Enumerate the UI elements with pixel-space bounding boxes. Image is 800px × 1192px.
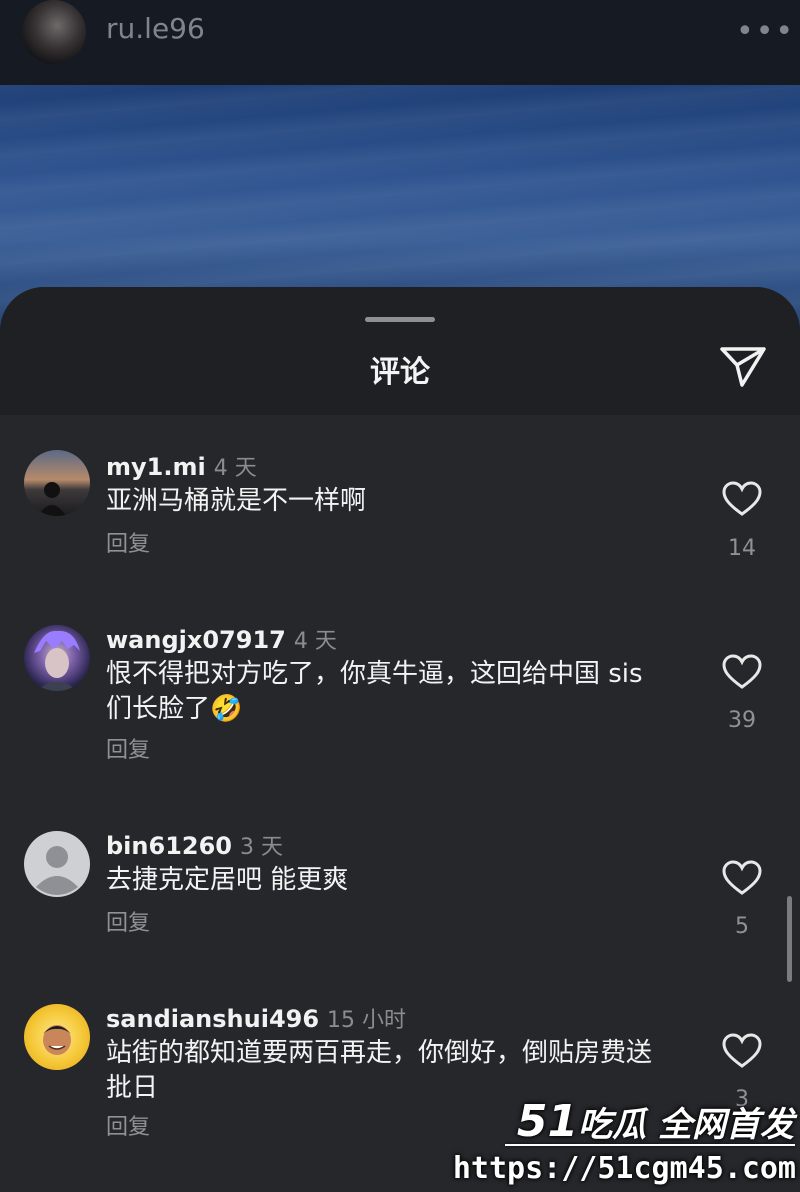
reply-button[interactable]: 回复: [106, 905, 150, 937]
comment-username[interactable]: bin61260: [106, 832, 232, 860]
drag-handle[interactable]: [365, 317, 435, 322]
scrollbar[interactable]: [787, 896, 792, 982]
comment-username[interactable]: wangjx07917: [106, 626, 286, 654]
comment-header: wangjx07917 4 天: [106, 623, 337, 655]
default-avatar-icon[interactable]: [24, 831, 90, 897]
reply-button[interactable]: 回复: [106, 526, 150, 558]
watermark: 51吃瓜 全网首发 https://51cgm45.com: [453, 1096, 800, 1192]
watermark-brand: 51吃瓜 全网首发: [517, 1096, 794, 1147]
comments-title: 评论: [370, 355, 430, 390]
like-count: 39: [728, 708, 756, 733]
like-heart-icon[interactable]: [722, 481, 762, 517]
comment-time: 4 天: [293, 629, 337, 654]
comment-avatar[interactable]: [24, 625, 90, 691]
like-heart-icon[interactable]: [722, 860, 762, 896]
comment-time: 3 天: [240, 835, 283, 860]
comment-text: 去捷克定居吧 能更爽: [106, 865, 349, 895]
comment-avatar[interactable]: [24, 1004, 90, 1070]
comments-sheet-header: 评论: [0, 287, 800, 415]
comments-sheet: 评论 my1.mi 4 天 亚洲马桶就是不一样啊 回复 14 wangjx079…: [0, 287, 800, 1192]
comment-avatar[interactable]: [24, 450, 90, 516]
comment-username[interactable]: my1.mi: [106, 453, 206, 481]
share-send-icon[interactable]: [718, 345, 768, 389]
comment-text: 亚洲马桶就是不一样啊: [106, 486, 367, 516]
profile-avatar[interactable]: [22, 0, 86, 64]
like-count: 5: [735, 914, 749, 939]
watermark-url: https://51cgm45.com: [452, 1151, 796, 1186]
profile-username[interactable]: ru.le96: [106, 12, 205, 45]
more-options-icon[interactable]: •••: [736, 14, 795, 49]
comment-header: my1.mi 4 天: [106, 450, 257, 482]
reply-button[interactable]: 回复: [106, 1109, 150, 1141]
watermark-brand-text: 吃瓜 全网首发: [578, 1105, 794, 1145]
like-heart-icon[interactable]: [722, 654, 762, 690]
comment-username[interactable]: sandianshui496: [106, 1005, 319, 1033]
like-count: 14: [728, 536, 756, 561]
like-heart-icon[interactable]: [722, 1033, 762, 1069]
reply-button[interactable]: 回复: [106, 732, 150, 764]
profile-header: ru.le96 •••: [0, 0, 800, 85]
comment-time: 4 天: [213, 456, 257, 481]
comment-time: 15 小时: [327, 1008, 407, 1033]
comment-header: sandianshui496 15 小时: [106, 1002, 406, 1034]
watermark-divider: [505, 1144, 795, 1146]
comment-text: 恨不得把对方吃了，你真牛逼，这回给中国 sis 们长脸了🤣: [106, 659, 643, 724]
comment-header: bin61260 3 天: [106, 829, 283, 861]
watermark-brand-number: 51: [516, 1096, 579, 1147]
